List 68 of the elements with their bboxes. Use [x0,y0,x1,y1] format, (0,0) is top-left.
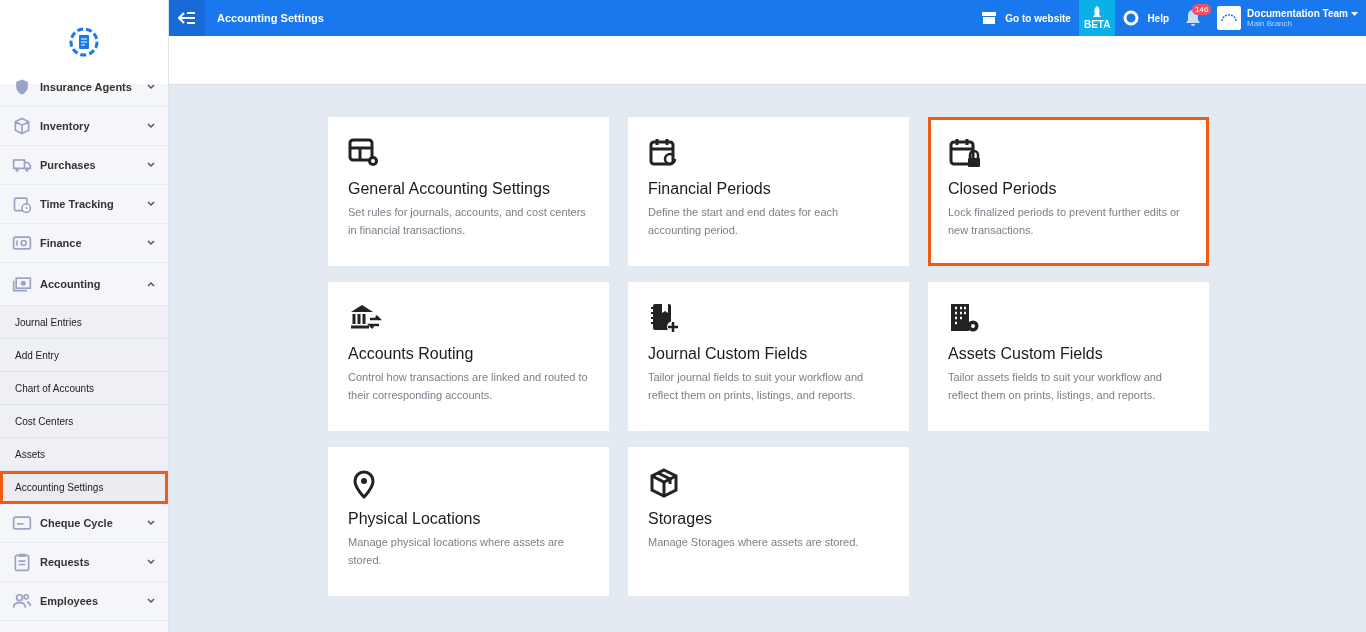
menu-toggle-button[interactable] [169,0,205,36]
lifebuoy-icon[interactable] [1123,10,1140,26]
submenu-item[interactable]: Journal Entries [0,306,168,339]
people-icon [12,591,32,611]
logo-icon [67,25,101,59]
submenu-item[interactable]: Accounting Settings [0,471,168,504]
card-description: Manage Storages where assets are stored. [648,535,860,550]
card-title: Accounts Routing [348,345,475,363]
page-title: Accounting Settings [217,12,325,24]
card-description: Lock finalized periods to prevent further edits or new transactions. [948,205,1181,238]
card-description: Set rules for journals, accounts, and cost centers in financial transactions. [348,205,587,238]
safe-icon [12,233,32,253]
card-description: Manage physical locations where assets are stored. [348,535,565,568]
settings-card[interactable]: Journal Custom Fields Tailor journal fields to suit your workflow and reflect them on prints, listings, and reports. [628,282,909,431]
clipboard-icon [12,552,32,572]
chevron-icon [146,82,156,92]
chevron-icon [146,121,156,131]
card-title: Closed Periods [948,180,1058,198]
submenu-item[interactable]: Chart of Accounts [0,372,168,405]
card-title: Journal Custom Fields [648,345,809,363]
money-icon [12,274,32,294]
chevron-icon [146,199,156,209]
branch-name: Main Branch [1247,19,1293,28]
help-button[interactable]: Help [1115,0,1178,36]
avatar-icon [1217,6,1242,30]
sidebar-item[interactable]: Insurance Agents [0,68,168,107]
box-icon [12,116,32,136]
chevron-icon [146,160,156,170]
submenu-item[interactable]: Assets [0,438,168,471]
calendar-clock-icon [12,194,32,214]
caret-icon[interactable] [1351,11,1358,16]
settings-card[interactable]: Closed Periods Lock finalized periods to prevent further edits or new transactions. [928,117,1209,266]
settings-card[interactable]: Physical Locations Manage physical locations where assets are stored. [328,447,609,596]
card-title: Financial Periods [648,180,772,198]
card-title: Storages [648,510,714,528]
store-icon[interactable] [981,11,998,25]
settings-card[interactable]: General Accounting Settings Set rules for journals, accounts, and cost centers in financial transactions. [328,117,609,266]
submenu-item[interactable]: Add Entry [0,339,168,372]
notification-badge: 146 [1192,4,1212,15]
sidebar-item[interactable]: Inventory [0,107,168,146]
card-description: Tailor journal fields to suit your workflow and reflect them on prints, listings, and reports. [648,370,865,403]
card-description: Define the start and end dates for each accounting period. [648,205,840,238]
chevron-icon [146,279,156,289]
rocket-icon[interactable] [1092,6,1103,18]
settings-card[interactable]: Financial Periods Define the start and end dates for each accounting period. [628,117,909,266]
website-link[interactable]: Go to website [973,0,1079,36]
settings-card[interactable]: Storages Manage Storages where assets are stored. [628,447,909,596]
chevron-icon [146,596,156,606]
sidebar-item[interactable]: Accounting [0,263,168,306]
sidebar-item[interactable]: Time Tracking [0,185,168,224]
chevron-icon [146,557,156,567]
settings-card[interactable]: Accounts Routing Control how transactions are linked and routed to their corresponding accounts. [328,282,609,431]
card-title: Assets Custom Fields [948,345,1104,363]
card-description: Tailor assets fields to suit your workflow and reflect them on prints, listings, and reports. [948,370,1163,403]
chevron-icon [146,238,156,248]
sidebar-item[interactable]: Requests [0,543,168,582]
sidebar-item[interactable]: Cheque Cycle [0,504,168,543]
chevron-icon [146,518,156,528]
submenu-item[interactable]: Cost Centers [0,405,168,438]
card-title: General Accounting Settings [348,180,551,198]
sidebar-item[interactable]: Employees [0,582,168,621]
card-icon [12,513,32,533]
collapse-menu-icon[interactable] [178,11,196,25]
user-name[interactable]: Documentation Team [1247,8,1348,19]
settings-card[interactable]: Assets Custom Fields Tailor assets fields to suit your workflow and reflect them on prints, listings, and reports. [928,282,1209,431]
sidebar-item[interactable]: Purchases [0,146,168,185]
card-title: Physical Locations [348,510,482,528]
card-description: Control how transactions are linked and routed to their corresponding accounts. [348,370,589,403]
